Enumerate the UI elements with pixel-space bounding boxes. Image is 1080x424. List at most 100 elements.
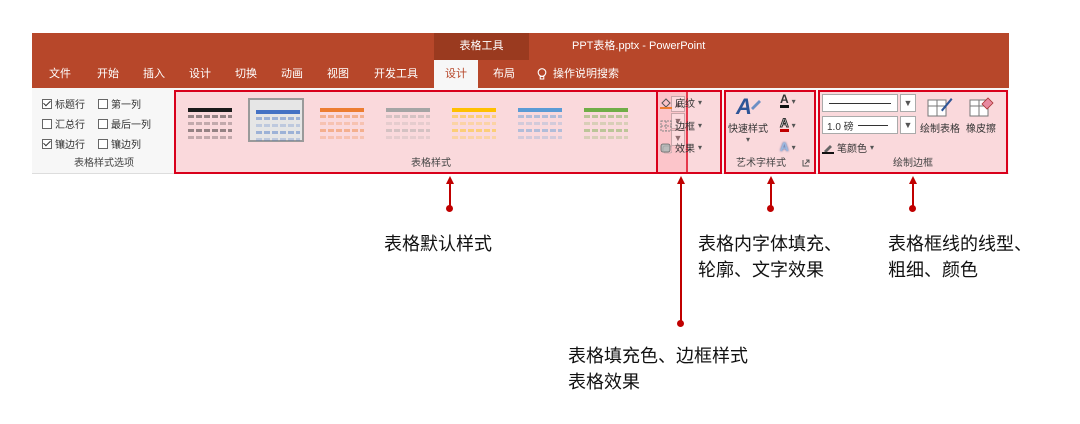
tab-table-design[interactable]: 设计 — [434, 60, 478, 88]
chevron-down-icon[interactable]: ▼ — [900, 94, 916, 112]
pen-color-icon — [822, 144, 834, 154]
lightbulb-icon — [537, 68, 547, 80]
table-style-thumbnail[interactable] — [380, 98, 436, 142]
border-grid-icon — [660, 120, 672, 131]
paint-bucket-icon — [660, 97, 672, 109]
thumbnail-row — [256, 110, 300, 114]
table-style-thumbnail[interactable] — [512, 98, 568, 142]
borders-button[interactable]: 边框 ▾ — [660, 118, 702, 133]
annotation-dot-fill-border — [677, 320, 684, 327]
dialog-launcher-icon[interactable] — [802, 159, 810, 167]
table-style-thumbnail[interactable] — [182, 98, 238, 142]
chevron-down-icon[interactable]: ▼ — [900, 116, 916, 134]
thumbnail-row — [188, 108, 232, 112]
thumbnail-row — [584, 129, 628, 132]
draw-table-button[interactable]: 绘制表格 — [920, 96, 960, 135]
annotation-fill-border-line2: 表格效果 — [568, 372, 640, 392]
tell-me-search[interactable]: 操作说明搜索 — [537, 60, 647, 88]
text-effects-button[interactable]: A ▾ — [780, 140, 796, 154]
thumbnail-row — [452, 136, 496, 139]
annotation-border-line-line1: 表格框线的线型、 — [888, 234, 1032, 254]
tab-view[interactable]: 视图 — [318, 60, 358, 88]
text-fill-button[interactable]: A ▾ — [780, 92, 796, 108]
thumbnail-row — [320, 136, 364, 139]
option-banded-columns[interactable]: 镶边列 — [98, 136, 141, 151]
thumbnail-row — [188, 136, 232, 139]
first-column-checkbox[interactable] — [98, 98, 108, 109]
eraser-icon — [969, 97, 994, 117]
thumbnail-row — [452, 129, 496, 132]
thumbnail-row — [386, 108, 430, 112]
pen-style-line — [829, 103, 891, 104]
banded-columns-checkbox[interactable] — [98, 138, 108, 149]
thumbnail-row — [320, 122, 364, 125]
thumbnail-row — [518, 136, 562, 139]
tab-home[interactable]: 开始 — [88, 60, 128, 88]
thumbnail-row — [188, 122, 232, 125]
pen-color-button[interactable]: 笔颜色 ▾ — [822, 140, 874, 155]
thumbnail-row — [584, 115, 628, 118]
quick-styles-button[interactable]: A 快速样式 ▾ — [728, 94, 768, 144]
first-column-label: 第一列 — [111, 100, 141, 111]
table-style-thumbnail[interactable] — [314, 98, 370, 142]
tab-animations[interactable]: 动画 — [272, 60, 312, 88]
title-bar: 表格工具 PPT表格.pptx - PowerPoint — [32, 33, 1009, 60]
pen-style-select[interactable] — [822, 94, 898, 112]
text-outline-icon: A — [780, 116, 789, 132]
table-style-thumbnail[interactable] — [248, 98, 304, 142]
text-fill-icon: A — [780, 92, 789, 108]
thumbnail-row — [452, 122, 496, 125]
thumbnail-row — [584, 122, 628, 125]
thumbnail-row — [386, 122, 430, 125]
wordart-a-icon: A — [735, 94, 761, 119]
annotation-fill-border-line1: 表格填充色、边框样式 — [568, 346, 748, 366]
thumbnail-row — [518, 115, 562, 118]
chevron-down-icon: ▾ — [791, 142, 796, 152]
tab-developer[interactable]: 开发工具 — [366, 60, 426, 88]
group-label-wordart: 艺术字样式 — [736, 158, 786, 169]
text-outline-button[interactable]: A ▾ — [780, 116, 796, 132]
last-column-checkbox[interactable] — [98, 118, 108, 129]
header-row-checkbox[interactable] — [42, 98, 52, 109]
annotation-font-fill-line1: 表格内字体填充、 — [698, 234, 842, 254]
tab-transitions[interactable]: 切换 — [226, 60, 266, 88]
pen-weight-value: 1.0 磅 — [827, 121, 854, 133]
window-title: PPT表格.pptx - PowerPoint — [572, 40, 706, 52]
option-last-column[interactable]: 最后一列 — [98, 116, 151, 131]
thumbnail-row — [518, 122, 562, 125]
text-effects-icon: A — [780, 140, 789, 154]
thumbnail-row — [386, 136, 430, 139]
effects-button[interactable]: 效果 ▾ — [660, 140, 702, 155]
ribbon-body: 标题行 第一列 汇总行 最后一列 镶边行 镶边列 表格样式选项 ▲ ▼ ▼ 表格… — [32, 88, 1009, 174]
eraser-button[interactable]: 橡皮擦 — [966, 96, 996, 135]
powerpoint-ribbon-screenshot: 表格工具 PPT表格.pptx - PowerPoint 文件 开始 插入 设计… — [0, 0, 1080, 424]
table-style-thumbnail[interactable] — [446, 98, 502, 142]
pen-weight-line — [857, 124, 888, 126]
thumbnail-row — [256, 117, 300, 120]
table-style-thumbnail[interactable] — [578, 98, 634, 142]
tab-insert[interactable]: 插入 — [134, 60, 174, 88]
group-label-draw-borders: 绘制边框 — [893, 158, 933, 169]
option-total-row[interactable]: 汇总行 — [42, 116, 85, 131]
shading-button[interactable]: 底纹 ▾ — [660, 95, 702, 110]
option-header-row[interactable]: 标题行 — [42, 96, 85, 111]
pen-weight-select[interactable]: 1.0 磅 — [822, 116, 898, 134]
chevron-down-icon: ▾ — [698, 98, 703, 107]
tab-table-layout[interactable]: 布局 — [484, 60, 524, 88]
shading-label: 底纹 — [675, 99, 695, 110]
thumbnail-row — [320, 115, 364, 118]
annotation-dot-table-styles — [446, 205, 453, 212]
option-first-column[interactable]: 第一列 — [98, 96, 141, 111]
tab-design[interactable]: 设计 — [180, 60, 220, 88]
thumbnail-row — [518, 129, 562, 132]
draw-table-label: 绘制表格 — [920, 124, 960, 135]
total-row-checkbox[interactable] — [42, 118, 52, 129]
option-banded-rows[interactable]: 镶边行 — [42, 136, 85, 151]
table-tools-context-tab[interactable]: 表格工具 — [434, 33, 529, 60]
chevron-down-icon: ▾ — [791, 96, 796, 106]
banded-rows-label: 镶边行 — [55, 140, 85, 151]
quick-styles-label: 快速样式 — [728, 124, 768, 135]
svg-text:A: A — [735, 94, 752, 119]
banded-rows-checkbox[interactable] — [42, 138, 52, 149]
tab-file[interactable]: 文件 — [40, 60, 80, 88]
